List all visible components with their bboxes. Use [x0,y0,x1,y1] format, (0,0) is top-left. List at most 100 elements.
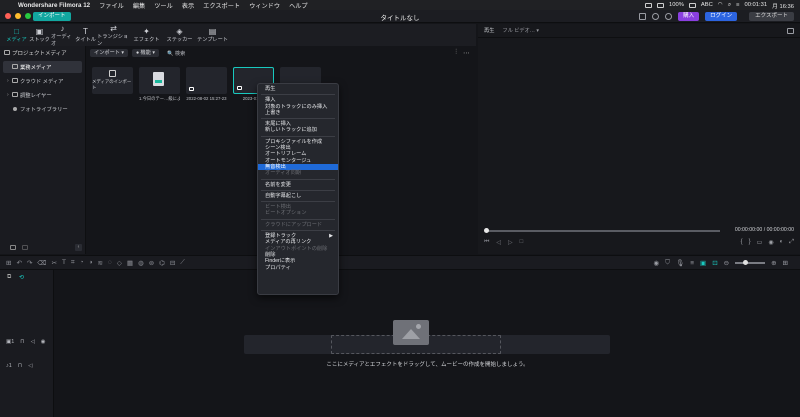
camera-icon[interactable]: ◉ [768,239,773,246]
more-icon[interactable]: ⋯ [463,49,470,57]
monitor-icon[interactable]: ▭ [757,239,763,246]
magic-icon[interactable]: ⟋ [180,259,185,267]
lock-icon[interactable]: ⊓ [20,339,24,345]
greenscreen-icon[interactable]: ▦ [127,259,133,267]
link-icon[interactable]: ⊡ [712,259,717,267]
import-dropdown[interactable]: インポート ▾ [90,49,128,57]
media-item[interactable]: 1.今日のテー…級によく使う… [139,67,180,102]
screen-icon[interactable] [639,13,647,20]
eye-icon[interactable]: ◉ [41,339,46,345]
menu-window[interactable]: ウィンドウ [249,1,280,10]
menu-edit[interactable]: 編集 [133,1,145,10]
snap-icon[interactable]: ▣ [700,259,706,267]
import-button[interactable]: インポート [33,12,71,21]
screen-record-icon[interactable] [645,2,653,8]
zoom-window-button[interactable] [25,13,31,19]
undo-icon[interactable]: ↶ [16,259,21,267]
search-icon[interactable]: ⌕ [728,2,731,9]
link-track-icon[interactable]: ⟲ [19,274,24,281]
audio-icon[interactable]: ≋ [98,259,103,267]
prev-frame-icon[interactable]: ⏮ [484,239,489,246]
track-icon[interactable]: ≡ [690,260,694,267]
wifi-icon[interactable]: ◠ [718,2,723,8]
fit-icon[interactable]: ⊞ [783,259,788,267]
play-icon[interactable]: ▷ [508,239,513,246]
search-input[interactable]: 🔍 検索 [167,50,185,57]
tab-stickers[interactable]: ◈ ステッカー [163,24,196,46]
speed-icon[interactable]: ◔ [80,259,84,267]
new-folder-icon[interactable] [10,245,16,250]
media-item[interactable]: 2022-08-02 15:27-23 [186,67,227,102]
account-icon[interactable] [665,13,673,20]
mask-icon[interactable]: ◍ [138,259,144,267]
cut-icon[interactable]: ✂ [52,259,57,267]
sidebar-item-photo-library[interactable]: フォトライブラリー [3,103,82,115]
sidebar-header[interactable]: プロジェクトメディア [0,46,85,59]
step-back-icon[interactable]: ◁ [496,239,501,246]
stabilize-icon[interactable]: ⌬ [159,259,165,267]
menu-app-name[interactable]: Wondershare Filmora 12 [18,2,90,9]
mark-out-icon[interactable]: } [749,239,751,246]
chevron-right-icon[interactable]: › [7,92,9,98]
login-button[interactable]: ログイン [705,12,738,21]
adjust-icon[interactable]: ◌ [108,259,112,267]
sidebar-item-cloud-media[interactable]: › クラウド メディア [3,75,82,87]
tab-transitions[interactable]: ⇄ トランジション [97,24,130,47]
lock-icon[interactable]: ⊓ [18,363,22,369]
export-button[interactable]: エクスポート [749,12,794,21]
filter-icon[interactable]: ⫶ [455,49,457,57]
menu-file[interactable]: ファイル [99,1,124,10]
grid-icon[interactable]: ⊞ [6,259,11,267]
sidebar-item-project-media[interactable]: 業務メディア [3,61,82,73]
redo-icon[interactable]: ↷ [27,259,32,267]
mute-icon[interactable]: ◁ [31,339,35,345]
minimize-window-button[interactable] [15,13,21,19]
context-menu-item[interactable]: 再生 [258,86,338,92]
color-icon[interactable]: ◑ [89,259,93,267]
render-icon[interactable]: ◉ [653,259,659,267]
volume-icon[interactable]: ◐ [780,239,784,246]
context-menu-item[interactable]: 自動字幕起こし [258,193,338,199]
delete-icon[interactable]: ⌫ [37,259,46,267]
zoom-slider[interactable] [735,260,766,265]
keyframe-icon[interactable]: ◇ [117,259,122,267]
snapshot-icon[interactable] [787,28,794,34]
menu-view[interactable]: 表示 [182,1,194,10]
split-icon[interactable]: ⊟ [170,259,175,267]
filter-dropdown[interactable]: ● 機能 ▾ [131,49,159,57]
tab-templates[interactable]: ▤ テンプレート [196,24,229,46]
context-menu-item[interactable]: 名前を変更 [258,182,338,188]
menu-tools[interactable]: ツール [154,1,173,10]
motion-icon[interactable]: ⊚ [149,259,154,267]
quality-dropdown[interactable]: フル ビデオ… ▾ [502,27,539,34]
control-center-icon[interactable]: ≡ [736,2,739,8]
context-menu-item[interactable]: 上書き [258,110,338,116]
tab-titles[interactable]: T タイトル [74,24,97,46]
text-icon[interactable]: T [62,259,66,267]
timeline-area[interactable]: ここにメディアとエフェクトをドラッグして、ムービーの作成を開始しましょう。 [55,270,800,417]
folder-open-icon[interactable] [22,245,28,250]
tab-effects[interactable]: ✦ エフェクト [130,24,163,46]
cloud-icon[interactable] [652,13,660,20]
playback-scrubber[interactable] [484,228,720,233]
battery-icon[interactable] [688,2,696,8]
mic-icon[interactable]: 🎙 [676,259,684,267]
close-window-button[interactable] [5,13,11,19]
crop-icon[interactable]: ⌗ [71,259,75,267]
zoom-out-icon[interactable]: ⊖ [724,259,729,267]
sidebar-item-adjustment-layer[interactable]: › 調整レイヤー [3,89,82,101]
display-icon[interactable] [657,2,665,8]
import-media-tile[interactable]: メディアのインポート [92,67,133,102]
collapse-sidebar-icon[interactable]: ‹ [75,244,82,251]
add-track-icon[interactable]: ⧉ [7,274,11,281]
playhead-knob[interactable] [484,228,489,233]
menu-help[interactable]: ヘルプ [289,1,308,10]
context-menu-item[interactable]: 新しいトラックに追加 [258,127,338,133]
mute-icon[interactable]: ◁ [28,363,32,369]
zoom-in-icon[interactable]: ⊕ [771,259,776,267]
tab-audio[interactable]: ♪ オーディオ [51,24,74,47]
buy-button[interactable]: 購入 [678,12,700,21]
menu-export[interactable]: エクスポート [203,1,240,10]
chevron-right-icon[interactable]: › [7,78,9,84]
shield-icon[interactable]: ⛉ [665,259,670,267]
